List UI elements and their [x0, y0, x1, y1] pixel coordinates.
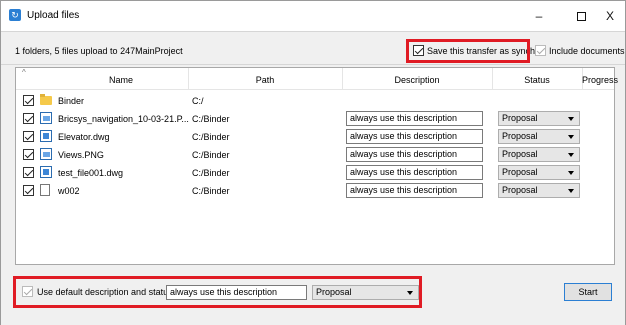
header-description[interactable]: Description	[342, 75, 492, 85]
minimize-button[interactable]: –	[521, 5, 557, 27]
row-checkbox[interactable]	[23, 131, 34, 142]
window-title: Upload files	[27, 10, 80, 21]
row-checkbox[interactable]	[23, 149, 34, 160]
file-name: test_file001.dwg	[58, 168, 124, 178]
description-input[interactable]: always use this description	[346, 183, 483, 198]
status-select[interactable]: Proposal	[498, 147, 580, 162]
table-row[interactable]: Views.PNG C:/Binder always use this desc…	[16, 146, 614, 163]
file-path: C:/Binder	[192, 114, 230, 124]
header-path[interactable]: Path	[188, 75, 342, 85]
app-icon: ↻	[9, 9, 21, 21]
include-docs-checkbox[interactable]	[535, 45, 546, 56]
image-file-icon	[40, 148, 52, 160]
table-row[interactable]: Bricsys_navigation_10-03-21.P... C:/Bind…	[16, 110, 614, 127]
folder-icon	[40, 94, 52, 105]
dropdown-arrow-icon	[568, 117, 574, 121]
dropdown-arrow-icon	[568, 135, 574, 139]
highlight-box-defaults	[13, 276, 422, 308]
dropdown-arrow-icon	[568, 153, 574, 157]
status-value: Proposal	[502, 149, 538, 159]
status-select[interactable]: Proposal	[498, 183, 580, 198]
row-checkbox[interactable]	[23, 113, 34, 124]
maximize-icon	[576, 12, 586, 22]
description-input[interactable]: always use this description	[346, 129, 483, 144]
include-docs-label: Include documents	[549, 45, 625, 56]
file-name: Elevator.dwg	[58, 132, 110, 142]
dwg-file-icon	[40, 130, 52, 142]
row-checkbox[interactable]	[23, 185, 34, 196]
header-name[interactable]: Name	[56, 75, 186, 85]
file-path: C:/Binder	[192, 186, 230, 196]
status-value: Proposal	[502, 131, 538, 141]
status-select[interactable]: Proposal	[498, 129, 580, 144]
file-path: C:/Binder	[192, 168, 230, 178]
image-file-icon	[40, 112, 52, 124]
file-path: C:/	[192, 96, 204, 106]
status-select[interactable]: Proposal	[498, 165, 580, 180]
description-input[interactable]: always use this description	[346, 165, 483, 180]
status-value: Proposal	[502, 113, 538, 123]
list-header: ^ Name Path Description Status Progress	[16, 68, 618, 90]
dropdown-arrow-icon	[568, 189, 574, 193]
maximize-button[interactable]	[563, 5, 599, 27]
table-row[interactable]: Binder C:/	[16, 92, 614, 109]
file-name: w002	[58, 186, 80, 196]
dropdown-arrow-icon	[568, 171, 574, 175]
header-progress[interactable]: Progress	[582, 75, 618, 85]
title-bar: ↻ Upload files – X	[1, 1, 625, 31]
status-select[interactable]: Proposal	[498, 111, 580, 126]
file-list: ^ Name Path Description Status Progress …	[15, 67, 618, 265]
file-name: Binder	[58, 96, 85, 106]
table-row[interactable]: test_file001.dwg C:/Binder always use th…	[16, 164, 614, 181]
file-name: Bricsys_navigation_10-03-21.P...	[58, 114, 189, 124]
header-status[interactable]: Status	[492, 75, 582, 85]
row-checkbox[interactable]	[23, 95, 34, 106]
table-row[interactable]: Elevator.dwg C:/Binder always use this d…	[16, 128, 614, 145]
row-checkbox[interactable]	[23, 167, 34, 178]
start-button[interactable]: Start	[564, 283, 612, 301]
close-button[interactable]: X	[595, 5, 625, 27]
blank-file-icon	[40, 184, 50, 196]
dwg-file-icon	[40, 166, 52, 178]
upload-summary: 1 folders, 5 files upload to 247MainProj…	[15, 46, 183, 56]
file-path: C:/Binder	[192, 132, 230, 142]
status-value: Proposal	[502, 185, 538, 195]
include-docs-option[interactable]: Include documents	[535, 45, 625, 56]
description-input[interactable]: always use this description	[346, 147, 483, 162]
sort-caret-icon[interactable]: ^	[22, 68, 26, 77]
status-value: Proposal	[502, 167, 538, 177]
file-name: Views.PNG	[58, 150, 104, 160]
description-input[interactable]: always use this description	[346, 111, 483, 126]
table-row[interactable]: w002 C:/Binder always use this descripti…	[16, 182, 614, 199]
upload-files-dialog: ↻ Upload files – X 1 folders, 5 files up…	[0, 0, 626, 325]
highlight-box-sync	[406, 39, 530, 63]
file-path: C:/Binder	[192, 150, 230, 160]
